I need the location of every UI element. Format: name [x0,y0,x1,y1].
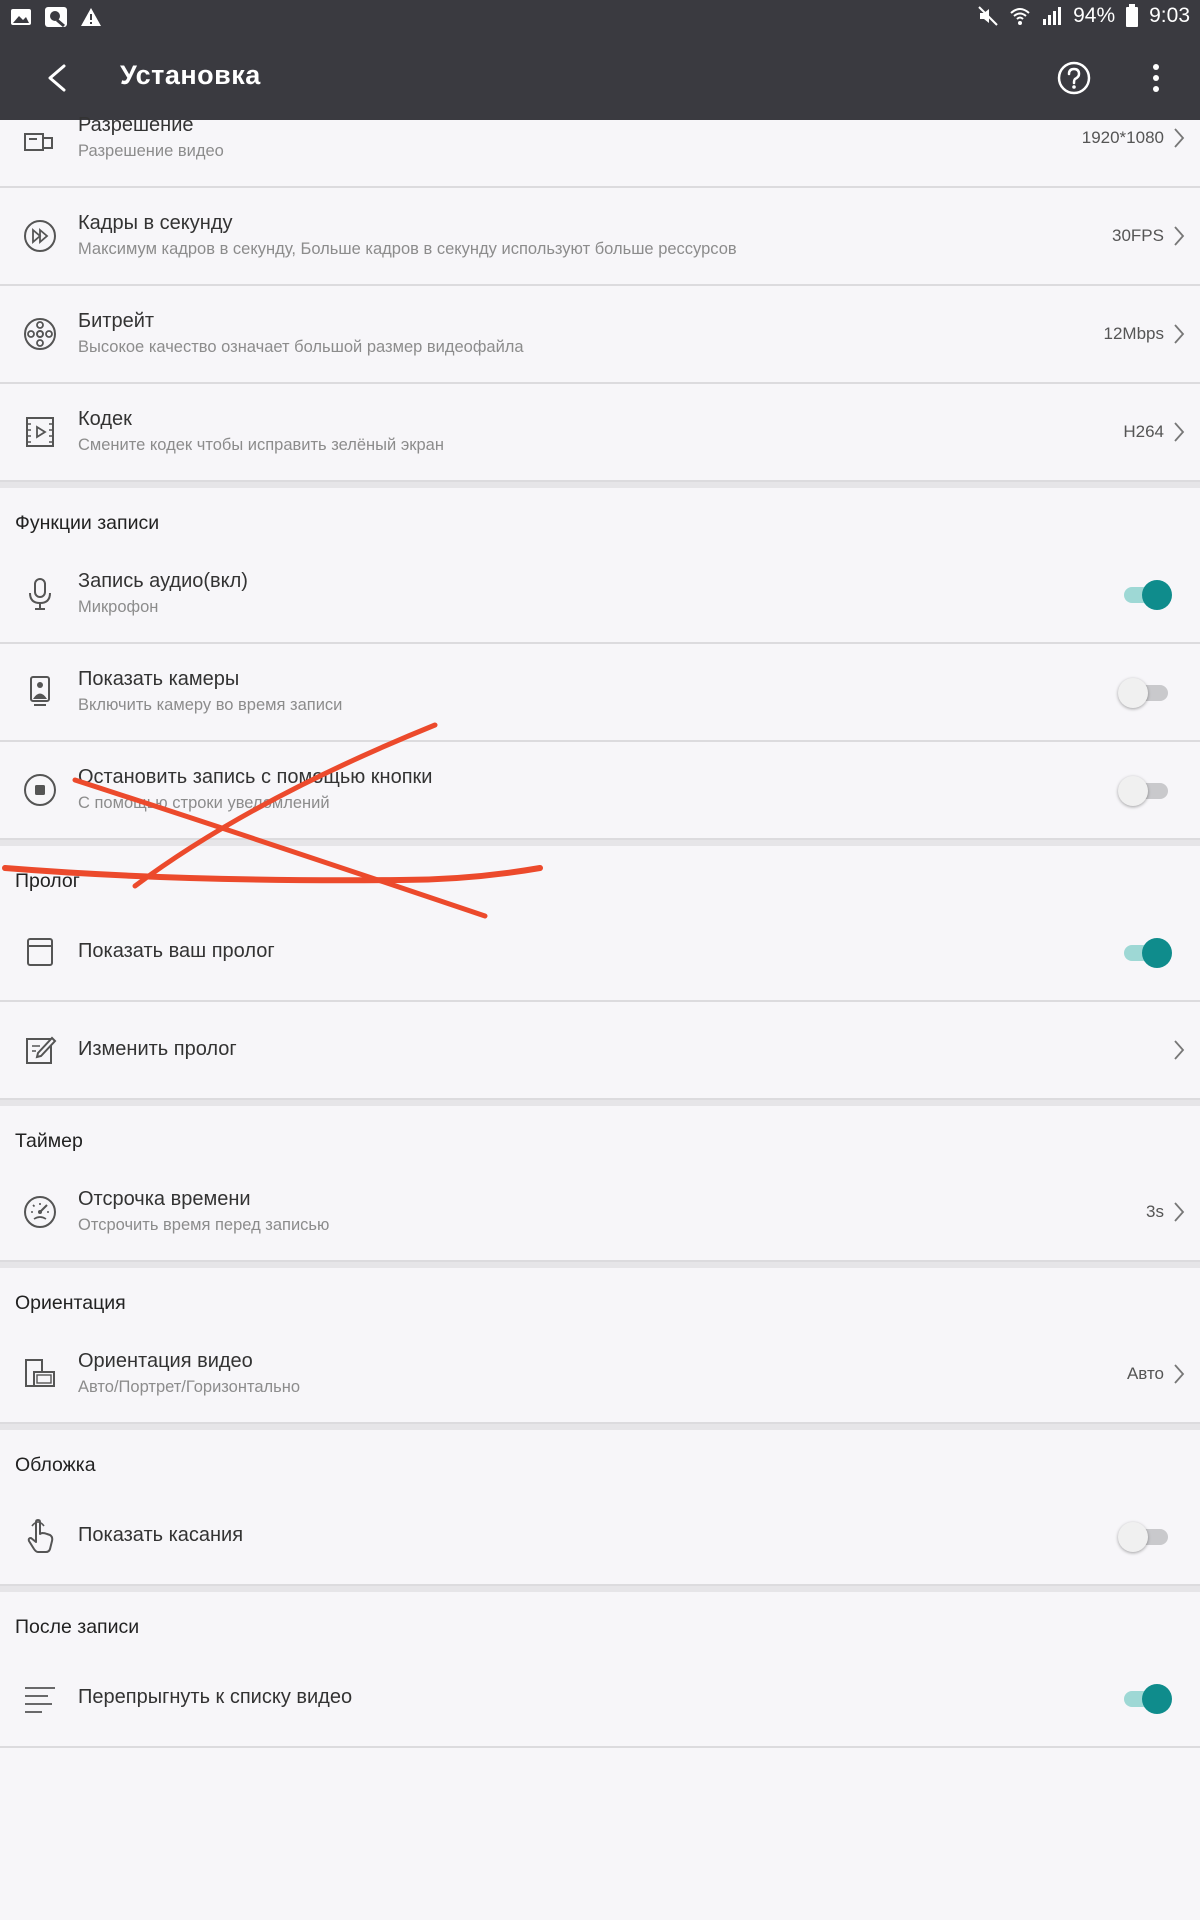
audio-record-row[interactable]: Запись аудио(вкл) Микрофон [0,546,1200,644]
warning-icon [81,8,101,26]
section-header-recording: Функции записи [0,482,1200,546]
battery-icon [1126,4,1139,27]
show-touches-row[interactable]: Показать касания [0,1488,1200,1586]
status-bar: 94% 9:03 [0,0,1200,38]
jump-to-list-toggle[interactable] [1122,1684,1172,1714]
camera-selfie-icon [30,676,50,706]
mute-icon [978,6,998,26]
row-subtitle: Микрофон [78,598,159,616]
section-header-after-recording: После записи [0,1586,1200,1650]
chevron-right-icon [1174,226,1185,246]
row-title: Перепрыгнуть к списку видео [78,1686,353,1708]
edit-prologue-row[interactable]: Изменить пролог [0,1002,1200,1100]
list-icon [25,1687,55,1713]
row-title: Остановить запись с помощью кнопки [78,766,433,788]
row-title: Показать касания [78,1524,244,1546]
row-subtitle: Авто/Портрет/Горизонтально [78,1378,301,1396]
screen-rotation-icon [25,1359,55,1387]
resolution-row[interactable]: Разрешение Разрешение видео 1920*1080 [0,114,1200,188]
stop-circle-icon [24,774,56,806]
chevron-right-icon [1174,1202,1185,1222]
chevron-right-icon [1174,128,1185,148]
bitrate-value: 12Mbps [1103,324,1164,343]
row-title: Показать ваш пролог [78,940,275,962]
show-camera-toggle[interactable] [1118,678,1170,708]
window-icon [27,938,53,966]
section-title: Ориентация [15,1292,126,1314]
section-header-orientation: Ориентация [0,1262,1200,1326]
chevron-right-icon [1174,324,1185,344]
fast-forward-icon [24,220,56,252]
show-touches-toggle[interactable] [1118,1522,1170,1552]
row-subtitle: Разрешение видео [78,142,224,160]
row-title: Отсрочка времени [78,1188,251,1210]
section-title: Таймер [15,1130,83,1152]
app-toolbar: Установка [0,38,1200,120]
show-camera-row[interactable]: Показать камеры Включить камеру во время… [0,644,1200,742]
row-subtitle: Высокое качество означает большой размер… [78,338,524,356]
orientation-row[interactable]: Ориентация видео Авто/Портрет/Горизонтал… [0,1326,1200,1424]
stop-button-toggle[interactable] [1118,776,1170,806]
row-title: Кадры в секунду [78,212,233,234]
show-prologue-toggle[interactable] [1122,938,1172,968]
orientation-value: Авто [1126,1364,1164,1383]
back-icon[interactable] [38,58,78,98]
edit-icon [26,1036,57,1064]
row-title: Ориентация видео [78,1350,253,1372]
touch-hand-icon [27,1519,54,1553]
row-subtitle: Отсрочить время перед записью [78,1216,330,1234]
chevron-right-icon [1174,1364,1185,1384]
gallery-icon [11,9,31,25]
section-header-cover: Обложка [0,1424,1200,1488]
chevron-right-icon [1174,422,1185,442]
timer-gauge-icon [24,1196,56,1228]
signal-icon [1043,7,1062,25]
delay-row[interactable]: Отсрочка времени Отсрочить время перед з… [0,1164,1200,1262]
section-title: Пролог [15,870,80,892]
row-subtitle: Смените кодек чтобы исправить зелёный эк… [78,436,444,454]
row-title: Показать камеры [78,668,240,690]
bitrate-row[interactable]: Битрейт Высокое качество означает большо… [0,286,1200,384]
delay-value: 3s [1146,1202,1164,1221]
clock: 9:03 [1149,4,1190,27]
resolution-icon [24,133,53,151]
row-title: Кодек [78,408,132,430]
codec-value: H264 [1123,422,1164,441]
row-title: Запись аудио(вкл) [78,570,248,592]
page-title: Установка [120,60,261,90]
row-subtitle: Включить камеру во время записи [78,696,343,714]
section-title: Функции записи [15,512,160,534]
stop-button-row[interactable]: Остановить запись с помощью кнопки С пом… [0,742,1200,840]
section-title: Обложка [15,1454,96,1476]
row-title: Разрешение [78,114,194,136]
resolution-value: 1920*1080 [1081,128,1164,147]
film-reel-icon [24,318,56,350]
audio-record-toggle[interactable] [1122,580,1172,610]
microphone-icon [29,578,51,610]
show-prologue-row[interactable]: Показать ваш пролог [0,904,1200,1002]
wifi-icon [1010,8,1030,25]
row-subtitle: С помощью строки увеломлений [78,794,330,812]
screen-recorder-icon [45,7,67,28]
chevron-right-icon [1174,1040,1185,1060]
codec-row[interactable]: Кодек Смените кодек чтобы исправить зелё… [0,384,1200,482]
battery-percent: 94% [1073,4,1116,27]
settings-list: Разрешение Разрешение видео 1920*1080 Ка… [0,114,1200,1748]
fps-value: 30FPS [1112,226,1164,245]
jump-to-list-row[interactable]: Перепрыгнуть к списку видео [0,1650,1200,1748]
help-icon[interactable] [1054,58,1094,98]
row-title: Битрейт [78,310,155,332]
row-title: Изменить пролог [78,1038,237,1060]
section-title: После записи [15,1616,140,1638]
section-header-timer: Таймер [0,1100,1200,1164]
video-file-icon [26,417,54,447]
row-subtitle: Максимум кадров в секунду, Больше кадров… [78,240,737,258]
more-icon[interactable] [1146,58,1166,98]
section-header-prologue: Пролог [0,840,1200,904]
fps-row[interactable]: Кадры в секунду Максимум кадров в секунд… [0,188,1200,286]
